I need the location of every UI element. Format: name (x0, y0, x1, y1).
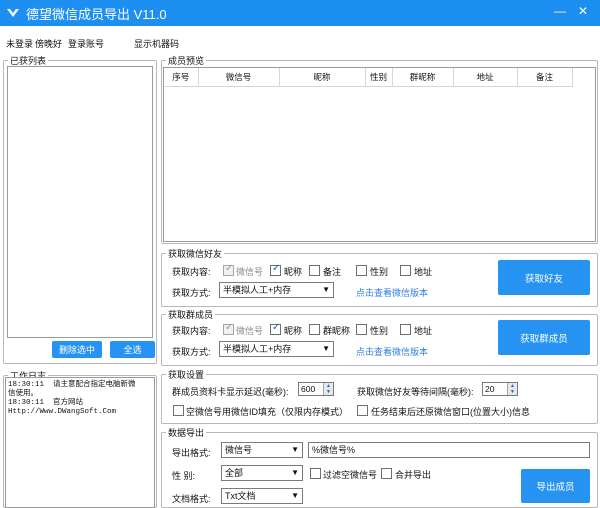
login-account-link[interactable]: 登录账号 (68, 37, 104, 50)
groups-version-link[interactable]: 点击查看微信版本 (356, 345, 428, 358)
groups-gender-label: 性别 (370, 326, 389, 336)
spin-down-icon[interactable]: ▼ (507, 389, 517, 395)
friends-gender-label: 性别 (370, 267, 389, 277)
settings-legend: 获取设置 (168, 370, 205, 380)
obtained-listbox[interactable] (7, 66, 153, 338)
groups-group-nickname-label: 群昵称 (323, 326, 351, 336)
groups-address-label: 地址 (414, 326, 433, 336)
show-machine-code-link[interactable]: 显示机器码 (134, 37, 179, 50)
export-format-select[interactable]: 微信号 ▼ (221, 442, 303, 458)
doc-format-label: 文档格式: (172, 494, 211, 504)
get-group-members-legend: 获取群成员 (168, 310, 214, 320)
delay-spinner[interactable]: 600 ▲ ▼ (298, 382, 334, 396)
interval-spinner[interactable]: 20 ▲ ▼ (482, 382, 518, 396)
export-template-input[interactable]: %微信号% (308, 442, 590, 458)
groups-nickname-label: 昵称 (284, 326, 303, 336)
delete-selected-button[interactable]: 删除选中 (52, 341, 102, 358)
login-status: 未登录 (6, 39, 34, 49)
interval-label: 获取微信好友等待间隔(毫秒): (357, 387, 474, 397)
log-line-2: 信使用。 (8, 390, 38, 398)
export-format-value: 微信号 (225, 445, 253, 455)
log-line-4: Http://Www.DWangSoft.Com (8, 408, 117, 416)
get-friends-legend: 获取微信好友 (168, 249, 223, 259)
merge-export-label: 合并导出 (395, 470, 432, 480)
get-friends-button[interactable]: 获取好友 (498, 260, 590, 295)
friends-version-link[interactable]: 点击查看微信版本 (356, 286, 428, 299)
export-gender-select[interactable]: 全部 ▼ (221, 465, 303, 481)
groups-group-nickname-checkbox[interactable] (309, 324, 320, 335)
interval-value: 20 (485, 384, 495, 394)
member-preview-legend: 成员预览 (168, 56, 205, 66)
column-header-group-nickname[interactable]: 群昵称 (392, 68, 454, 87)
spin-down-icon[interactable]: ▼ (323, 389, 333, 395)
table-header-row: 序号 微信号 昵称 性别 群昵称 地址 备注 (164, 68, 573, 87)
column-header-nickname[interactable]: 昵称 (279, 68, 366, 87)
friends-wechat-id-checkbox[interactable] (223, 263, 234, 276)
doc-format-select[interactable]: Txt文档 ▼ (221, 488, 303, 504)
fill-empty-id-checkbox[interactable] (173, 405, 184, 416)
friends-remark-checkbox[interactable] (309, 265, 320, 276)
data-export-legend: 数据导出 (168, 428, 205, 438)
friends-address-label: 地址 (414, 267, 433, 277)
friends-method-label: 获取方式: (172, 288, 211, 298)
doc-format-value: Txt文档 (225, 491, 256, 501)
log-line-1: 18:30:11 请主意配合指定电脑新微 (8, 381, 136, 389)
groups-address-checkbox[interactable] (400, 324, 411, 335)
window-title: 德望微信成员导出 V11.0 (26, 7, 167, 22)
chevron-down-icon: ▼ (291, 468, 299, 477)
friends-wechat-id-label: 微信号 (236, 267, 264, 277)
chevron-down-icon: ▼ (322, 344, 330, 353)
column-header-address[interactable]: 地址 (453, 68, 518, 87)
get-group-members-button[interactable]: 获取群成员 (498, 320, 590, 355)
friends-nickname-label: 昵称 (284, 267, 303, 277)
friends-content-label: 获取内容: (172, 267, 211, 277)
groups-nickname-checkbox[interactable] (270, 322, 281, 335)
filter-empty-id-checkbox[interactable] (310, 468, 321, 479)
member-preview-table-area[interactable] (163, 67, 596, 242)
fill-empty-id-label: 空微信号用微信ID填充（仅限内存模式） (186, 407, 349, 417)
chevron-down-icon: ▼ (291, 445, 299, 454)
friends-method-select[interactable]: 半模拟人工+内存 ▼ (219, 282, 334, 298)
close-button[interactable]: ✕ (576, 3, 590, 19)
chevron-down-icon: ▼ (291, 491, 299, 500)
delay-label: 群成员资料卡显示延迟(毫秒): (172, 387, 289, 397)
friends-nickname-checkbox[interactable] (270, 263, 281, 276)
restore-window-label: 任务结束后还原微信窗口(位置大小)信息 (371, 407, 530, 417)
export-template-value: %微信号% (312, 445, 356, 455)
friends-remark-label: 备注 (323, 267, 342, 277)
column-header-wechat-id[interactable]: 微信号 (198, 68, 280, 87)
groups-method-select[interactable]: 半模拟人工+内存 ▼ (219, 341, 334, 357)
export-format-label: 导出格式: (172, 448, 211, 458)
groups-gender-checkbox[interactable] (356, 324, 367, 335)
friends-method-value: 半模拟人工+内存 (223, 285, 292, 295)
log-line-3: 18:30:11 官方网站 (8, 399, 84, 407)
select-all-button[interactable]: 全选 (110, 341, 155, 358)
groups-content-label: 获取内容: (172, 326, 211, 336)
export-gender-value: 全部 (225, 468, 244, 478)
friends-address-checkbox[interactable] (400, 265, 411, 276)
friends-gender-checkbox[interactable] (356, 265, 367, 276)
filter-empty-id-label: 过滤空微信号 (323, 470, 378, 480)
column-header-gender[interactable]: 性别 (365, 68, 393, 87)
member-preview-table: 序号 微信号 昵称 性别 群昵称 地址 备注 (164, 68, 573, 87)
column-header-index[interactable]: 序号 (164, 68, 199, 87)
chevron-down-icon: ▼ (322, 285, 330, 294)
merge-export-checkbox[interactable] (381, 468, 392, 479)
column-header-remark[interactable]: 备注 (517, 68, 573, 87)
groups-wechat-id-label: 微信号 (236, 326, 264, 336)
groups-method-value: 半模拟人工+内存 (223, 344, 292, 354)
export-members-button[interactable]: 导出成员 (521, 469, 590, 503)
groups-method-label: 获取方式: (172, 347, 211, 357)
delay-value: 600 (301, 384, 316, 394)
app-logo-icon (7, 9, 19, 17)
export-gender-label: 性 别: (172, 471, 196, 481)
title-bar: 德望微信成员导出 V11.0 — ✕ (0, 0, 600, 26)
minimize-button[interactable]: — (553, 3, 567, 19)
restore-window-checkbox[interactable] (357, 405, 368, 416)
greeting-username: 傍晚好 (35, 39, 63, 49)
groups-wechat-id-checkbox[interactable] (223, 322, 234, 335)
